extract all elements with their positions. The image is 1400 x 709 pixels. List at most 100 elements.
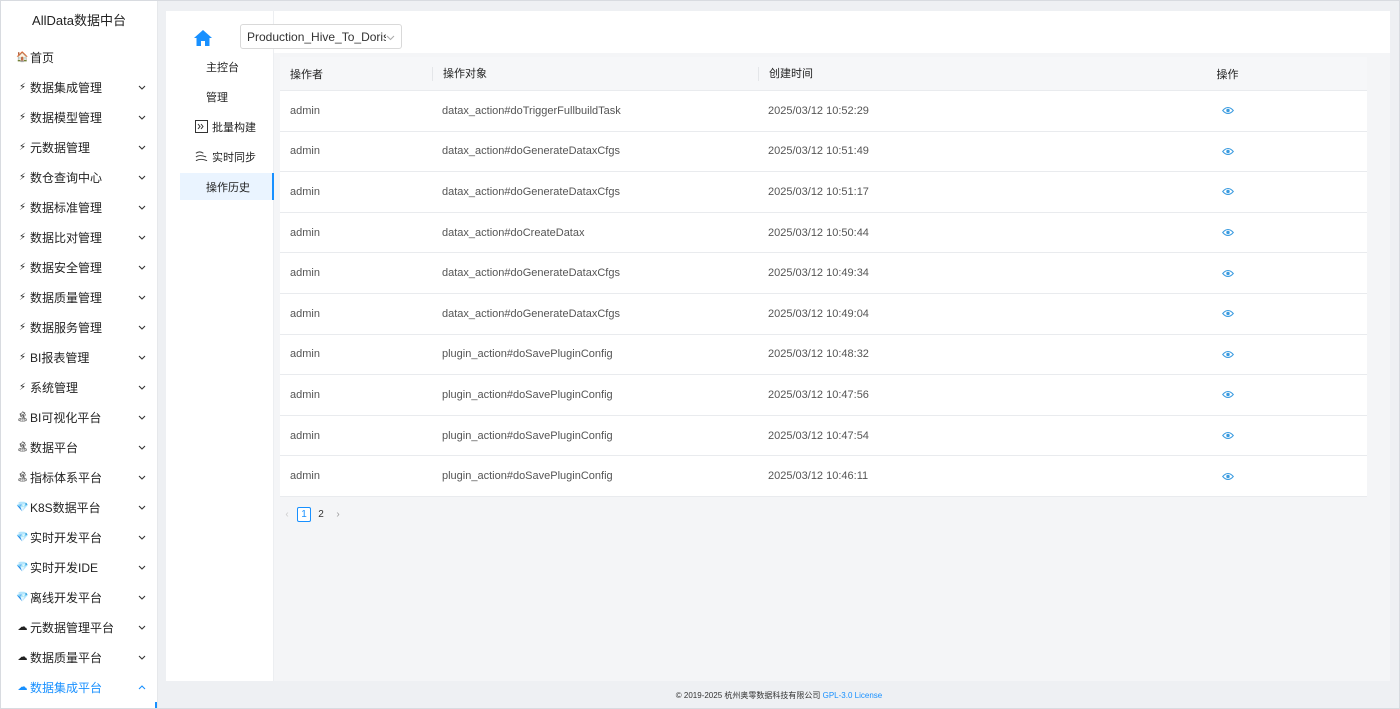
table-row: admin datax_action#doGenerateDataxCfgs 202… (280, 132, 1367, 173)
sidebar-item[interactable]: ⚡ 数据质量管理 (1, 282, 157, 312)
eye-icon[interactable] (1221, 429, 1235, 443)
sidebar-item[interactable]: 💎 实时开发平台 (1, 522, 157, 552)
cell-created-time: 2025/03/12 10:47:54 (768, 429, 869, 442)
column-header-operator: 操作者 (290, 68, 323, 81)
menu-icon: 💎 (16, 531, 29, 543)
cell-operator: admin (290, 104, 320, 117)
chevron-down-icon (137, 652, 147, 662)
column-header-action: 操作 (1216, 68, 1239, 81)
pipeline-subnav: 主控台管理批量构建实时同步操作历史 (166, 11, 274, 681)
menu-icon: ☁ (17, 621, 28, 633)
subnav-item[interactable]: 主控台 (180, 53, 274, 80)
subnav-item-label: 操作历史 (206, 181, 250, 194)
cell-created-time: 2025/03/12 10:49:34 (768, 267, 869, 280)
eye-icon[interactable] (1221, 144, 1235, 158)
cell-object: datax_action#doGenerateDataxCfgs (442, 145, 620, 158)
chevron-down-icon (137, 172, 147, 182)
pagination-page-2[interactable]: 2 (314, 507, 328, 522)
sidebar-item[interactable]: 🏝 指标体系平台 (1, 462, 157, 492)
sidebar-item[interactable]: ⚡ 数据比对管理 (1, 222, 157, 252)
sidebar-item-label: 数据质量平台 (30, 650, 103, 665)
subnav-item[interactable]: 操作历史 (180, 173, 274, 200)
subnav-item-label: 管理 (206, 91, 228, 104)
sidebar-item[interactable]: ⚡ 数据集成管理 (1, 72, 157, 102)
sidebar-item-label: 数据模型管理 (30, 110, 103, 125)
menu-icon: ⚡ (18, 141, 27, 153)
sidebar-item-label: 元数据管理 (30, 140, 91, 155)
sidebar-item[interactable]: ☁ 元数据管理平台 (1, 612, 157, 642)
pipeline-select[interactable]: Production_Hive_To_Doris_... (240, 24, 402, 49)
chevron-down-icon (386, 30, 395, 44)
eye-icon[interactable] (1221, 388, 1235, 402)
home-icon[interactable] (193, 29, 215, 49)
sidebar: AllData数据中台 🏠 首页 ⚡ 数据集成管理 ⚡ 数据模型管理 ⚡ 元数据管理 ⚡ 数仓查询… (1, 1, 158, 708)
sidebar-item-label: BI报表管理 (30, 350, 90, 365)
eye-icon[interactable] (1221, 266, 1235, 280)
cell-created-time: 2025/03/12 10:52:29 (768, 104, 869, 117)
sidebar-item[interactable]: 🏠 首页 (1, 42, 157, 72)
sidebar-item[interactable]: ☁ 数据集成平台 (1, 672, 157, 702)
sidebar-item[interactable]: ⚡ 元数据管理 (1, 132, 157, 162)
sidebar-item[interactable]: 🏝 数据平台 (1, 432, 157, 462)
eye-icon[interactable] (1221, 347, 1235, 361)
sidebar-item[interactable]: 💎 实时开发IDE (1, 552, 157, 582)
chevron-up-icon (137, 682, 147, 692)
eye-icon[interactable] (1221, 307, 1235, 321)
sidebar-item[interactable]: ⚡ BI报表管理 (1, 342, 157, 372)
subnav-item[interactable]: 实时同步 (180, 143, 274, 170)
subnav-item-label: 主控台 (206, 61, 239, 74)
menu-icon: ⚡ (18, 231, 27, 243)
sidebar-active-indicator (155, 702, 157, 708)
sidebar-item-label: 数据服务管理 (30, 320, 103, 335)
sidebar-item[interactable]: ⚡ 数据标准管理 (1, 192, 157, 222)
sidebar-item-label: 系统管理 (30, 380, 79, 395)
menu-icon: 🏝 (16, 471, 29, 483)
cell-created-time: 2025/03/12 10:46:11 (768, 470, 869, 483)
subnav-item[interactable]: 批量构建 (180, 113, 274, 140)
sidebar-item[interactable]: ☁ 数据质量平台 (1, 642, 157, 672)
eye-icon[interactable] (1221, 469, 1235, 483)
subnav-item[interactable]: 管理 (180, 83, 274, 110)
cell-action (1088, 469, 1367, 483)
sidebar-item-label: 指标体系平台 (30, 470, 103, 485)
sidebar-item[interactable]: ⚡ 数据模型管理 (1, 102, 157, 132)
sidebar-item[interactable]: ⚡ 数仓查询中心 (1, 162, 157, 192)
footer: © 2019-2025 杭州奥零数据科技有限公司 GPL-3.0 License (158, 690, 1400, 701)
cell-action (1088, 104, 1367, 118)
cell-object: plugin_action#doSavePluginConfig (442, 388, 613, 401)
eye-icon[interactable] (1221, 104, 1235, 118)
cell-action (1088, 429, 1367, 443)
cell-object: datax_action#doGenerateDataxCfgs (442, 307, 620, 320)
sidebar-item-label: 数据集成管理 (30, 80, 103, 95)
pagination-prev-button[interactable]: ‹ (280, 507, 294, 522)
sidebar-item[interactable]: 💎 离线开发平台 (1, 582, 157, 612)
pagination-next-button[interactable]: › (331, 507, 345, 522)
cell-operator: admin (290, 226, 320, 239)
chevron-down-icon (137, 232, 147, 242)
column-header-created-time: 创建时间 (758, 66, 1088, 81)
cell-action (1088, 144, 1367, 158)
sidebar-item[interactable]: ⚡ 数据服务管理 (1, 312, 157, 342)
sidebar-item[interactable]: 🏝 BI可视化平台 (1, 402, 157, 432)
eye-icon[interactable] (1221, 226, 1235, 240)
menu-icon: ⚡ (18, 291, 27, 303)
sidebar-item[interactable]: ⚡ 系统管理 (1, 372, 157, 402)
cell-action (1088, 185, 1367, 199)
sidebar-item-label: 数据比对管理 (30, 230, 103, 245)
sidebar-item-label: 数据标准管理 (30, 200, 103, 215)
eye-icon[interactable] (1221, 185, 1235, 199)
sidebar-item-label: 数据安全管理 (30, 260, 103, 275)
operation-history-table: 操作者 操作对象 创建时间 操作 admin datax_action#doTri… (280, 57, 1367, 497)
menu-icon: 🏝 (16, 441, 29, 453)
cell-created-time: 2025/03/12 10:50:44 (768, 226, 869, 239)
pagination: ‹ 1 2 › (280, 507, 345, 522)
menu-icon: ☁ (17, 681, 28, 693)
sidebar-item-label: 离线开发平台 (30, 590, 103, 605)
chevron-down-icon (137, 532, 147, 542)
sidebar-item-label: 数据质量管理 (30, 290, 103, 305)
footer-license-link[interactable]: GPL-3.0 License (823, 691, 883, 700)
pagination-page-1[interactable]: 1 (297, 507, 311, 522)
sidebar-item[interactable]: ⚡ 数据安全管理 (1, 252, 157, 282)
menu-icon: ⚡ (18, 381, 27, 393)
sidebar-item[interactable]: 💎 K8S数据平台 (1, 492, 157, 522)
